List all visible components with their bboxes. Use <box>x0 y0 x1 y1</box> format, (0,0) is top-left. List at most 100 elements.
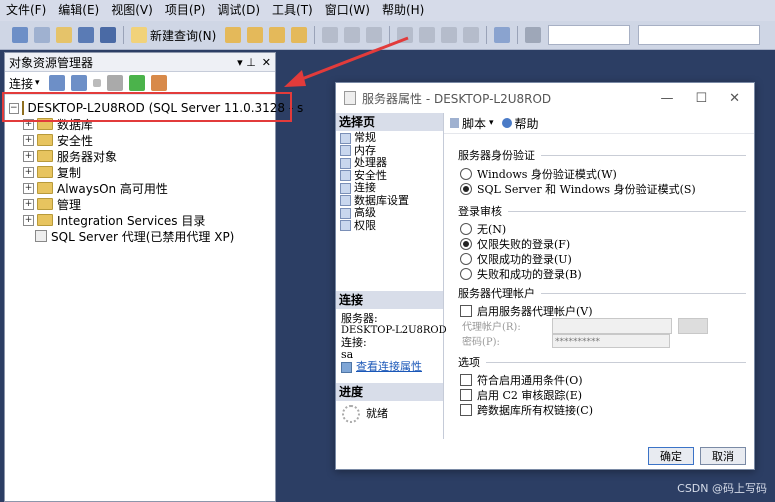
dialog-right-pane: 脚本 ▾ 帮助 服务器身份验证 Windows 身份验证模式(W) SQL Se… <box>444 113 754 439</box>
folder-icon <box>37 166 53 178</box>
opt-c2-audit-checkbox[interactable]: 启用 C2 审核跟踪(E) <box>460 387 746 402</box>
proxy-enable-checkbox[interactable]: 启用服务器代理帐户(V) <box>460 303 746 318</box>
server-label: 服务器: <box>341 312 378 325</box>
page-security[interactable]: 安全性 <box>336 169 443 183</box>
close-icon[interactable]: ✕ <box>262 56 271 69</box>
menu-debug[interactable]: 调试(D) <box>211 0 266 21</box>
tree-node-label: 安全性 <box>57 133 94 148</box>
options-group: 选项 <box>458 354 746 370</box>
add-item-icon[interactable] <box>34 27 50 43</box>
proxy-account-label: 代理帐户(R): <box>462 322 521 333</box>
audit-group: 登录审核 <box>458 203 746 219</box>
opt-cross-db-chaining-checkbox[interactable]: 跨数据库所有权链接(C) <box>460 402 746 417</box>
radio-icon <box>460 252 472 265</box>
proxy-account-input[interactable] <box>552 317 672 334</box>
menu-project[interactable]: 项目(P) <box>159 0 212 21</box>
expand-icon[interactable]: + <box>23 182 34 194</box>
pin-icon[interactable]: ▾ ⊥ <box>237 56 256 69</box>
view-connection-properties-link[interactable]: 查看连接属性 <box>356 361 422 373</box>
open-folder-icon[interactable] <box>56 27 72 43</box>
connection-header: 连接 <box>336 291 443 309</box>
help-button[interactable]: 帮助 <box>515 115 539 132</box>
radio-selected-icon <box>460 182 472 195</box>
menu-edit[interactable]: 编辑(E) <box>52 0 105 21</box>
audit-both-radio[interactable]: 失败和成功的登录(B) <box>460 266 746 281</box>
query-analysis-icon[interactable] <box>247 27 264 43</box>
expand-icon[interactable]: + <box>23 150 34 162</box>
script-button[interactable]: 脚本 <box>462 115 486 132</box>
redo-icon[interactable] <box>419 27 436 43</box>
page-icon <box>340 182 351 194</box>
opt-common-criteria-checkbox[interactable]: 符合启用通用条件(O) <box>460 372 746 387</box>
connect-icon[interactable] <box>48 75 65 91</box>
expand-icon[interactable]: + <box>23 198 34 210</box>
tree-node-management[interactable]: + 管理 <box>23 196 275 212</box>
navigate-icon[interactable] <box>441 27 458 43</box>
save-all-icon[interactable] <box>100 27 116 43</box>
expand-icon[interactable]: + <box>23 134 34 146</box>
page-icon <box>340 220 351 231</box>
menu-help[interactable]: 帮助(H) <box>376 0 430 21</box>
refresh-icon[interactable] <box>128 75 145 91</box>
save-icon[interactable] <box>78 27 94 43</box>
audit-none-radio[interactable]: 无(N) <box>460 221 746 236</box>
audit-failed-radio[interactable]: 仅限失败的登录(F) <box>460 236 746 251</box>
menu-file[interactable]: 文件(F) <box>0 0 52 21</box>
tree-node-agent[interactable]: SQL Server 代理(已禁用代理 XP) <box>23 228 275 244</box>
activity-monitor-icon[interactable] <box>150 75 167 91</box>
close-icon[interactable]: ✕ <box>729 91 740 106</box>
tree-node-server-objects[interactable]: + 服务器对象 <box>23 148 275 164</box>
ok-button[interactable]: 确定 <box>648 447 694 465</box>
toolbar-separator <box>486 26 488 44</box>
disconnect-icon[interactable] <box>70 75 87 91</box>
select-page-header: 选择页 <box>336 113 443 131</box>
page-general[interactable]: 常规 <box>336 131 443 145</box>
tree-node-replication[interactable]: + 复制 <box>23 164 275 180</box>
tree-node-label: 管理 <box>57 197 82 212</box>
query-db-icon[interactable] <box>225 27 242 43</box>
stop-icon[interactable] <box>92 79 101 87</box>
audit-success-radio[interactable]: 仅限成功的登录(U) <box>460 251 746 266</box>
filter-icon[interactable] <box>106 75 123 91</box>
folder-icon <box>37 182 53 194</box>
page-icon <box>340 132 351 144</box>
page-icon <box>340 195 351 206</box>
page-permissions[interactable]: 权限 <box>336 219 443 233</box>
page-advanced[interactable]: 高级 <box>336 206 443 220</box>
menu-view[interactable]: 视图(V) <box>105 0 159 21</box>
expand-icon[interactable]: + <box>23 166 34 178</box>
menu-bar: 文件(F) 编辑(E) 视图(V) 项目(P) 调试(D) 工具(T) 窗口(W… <box>0 0 775 21</box>
tree-node-integration-services[interactable]: + Integration Services 目录 <box>23 212 275 228</box>
tree-node-label: AlwaysOn 高可用性 <box>57 181 168 196</box>
page-processors[interactable]: 处理器 <box>336 156 443 170</box>
proxy-browse-button[interactable] <box>678 317 708 334</box>
page-database-settings[interactable]: 数据库设置 <box>336 194 443 208</box>
execute-icon[interactable] <box>525 27 542 43</box>
tree-node-label: 复制 <box>57 165 82 180</box>
solution-config-dropdown[interactable] <box>548 25 631 45</box>
folder-icon <box>37 134 53 146</box>
screenshot-icon[interactable] <box>494 27 511 43</box>
menu-tools[interactable]: 工具(T) <box>266 0 319 21</box>
checkbox-icon <box>460 388 472 401</box>
connect-button[interactable]: 连接 <box>9 75 33 92</box>
find-dropdown[interactable] <box>638 25 761 45</box>
connect-dropdown-icon[interactable]: ▾ <box>35 78 40 88</box>
new-project-icon[interactable] <box>12 27 28 43</box>
cancel-button[interactable]: 取消 <box>700 447 746 465</box>
expand-icon[interactable]: + <box>23 214 34 226</box>
maximize-icon[interactable]: ☐ <box>695 91 707 106</box>
auth-windows-radio[interactable]: Windows 身份验证模式(W) <box>460 166 746 181</box>
tree-node-security[interactable]: + 安全性 <box>23 132 275 148</box>
page-memory[interactable]: 内存 <box>336 144 443 158</box>
auth-mixed-radio[interactable]: SQL Server 和 Windows 身份验证模式(S) <box>460 181 746 196</box>
script-dropdown-icon[interactable]: ▾ <box>489 118 494 128</box>
watermark: CSDN @码上写码 <box>677 482 767 495</box>
menu-window[interactable]: 窗口(W) <box>319 0 376 21</box>
proxy-password-input[interactable]: ********** <box>552 333 670 348</box>
minimize-icon[interactable]: — <box>660 91 673 106</box>
comment-icon[interactable] <box>463 27 480 43</box>
new-query-button[interactable]: 新建查询(N) <box>150 27 216 44</box>
script-icon <box>450 118 459 128</box>
tree-node-alwayson[interactable]: + AlwaysOn 高可用性 <box>23 180 275 196</box>
